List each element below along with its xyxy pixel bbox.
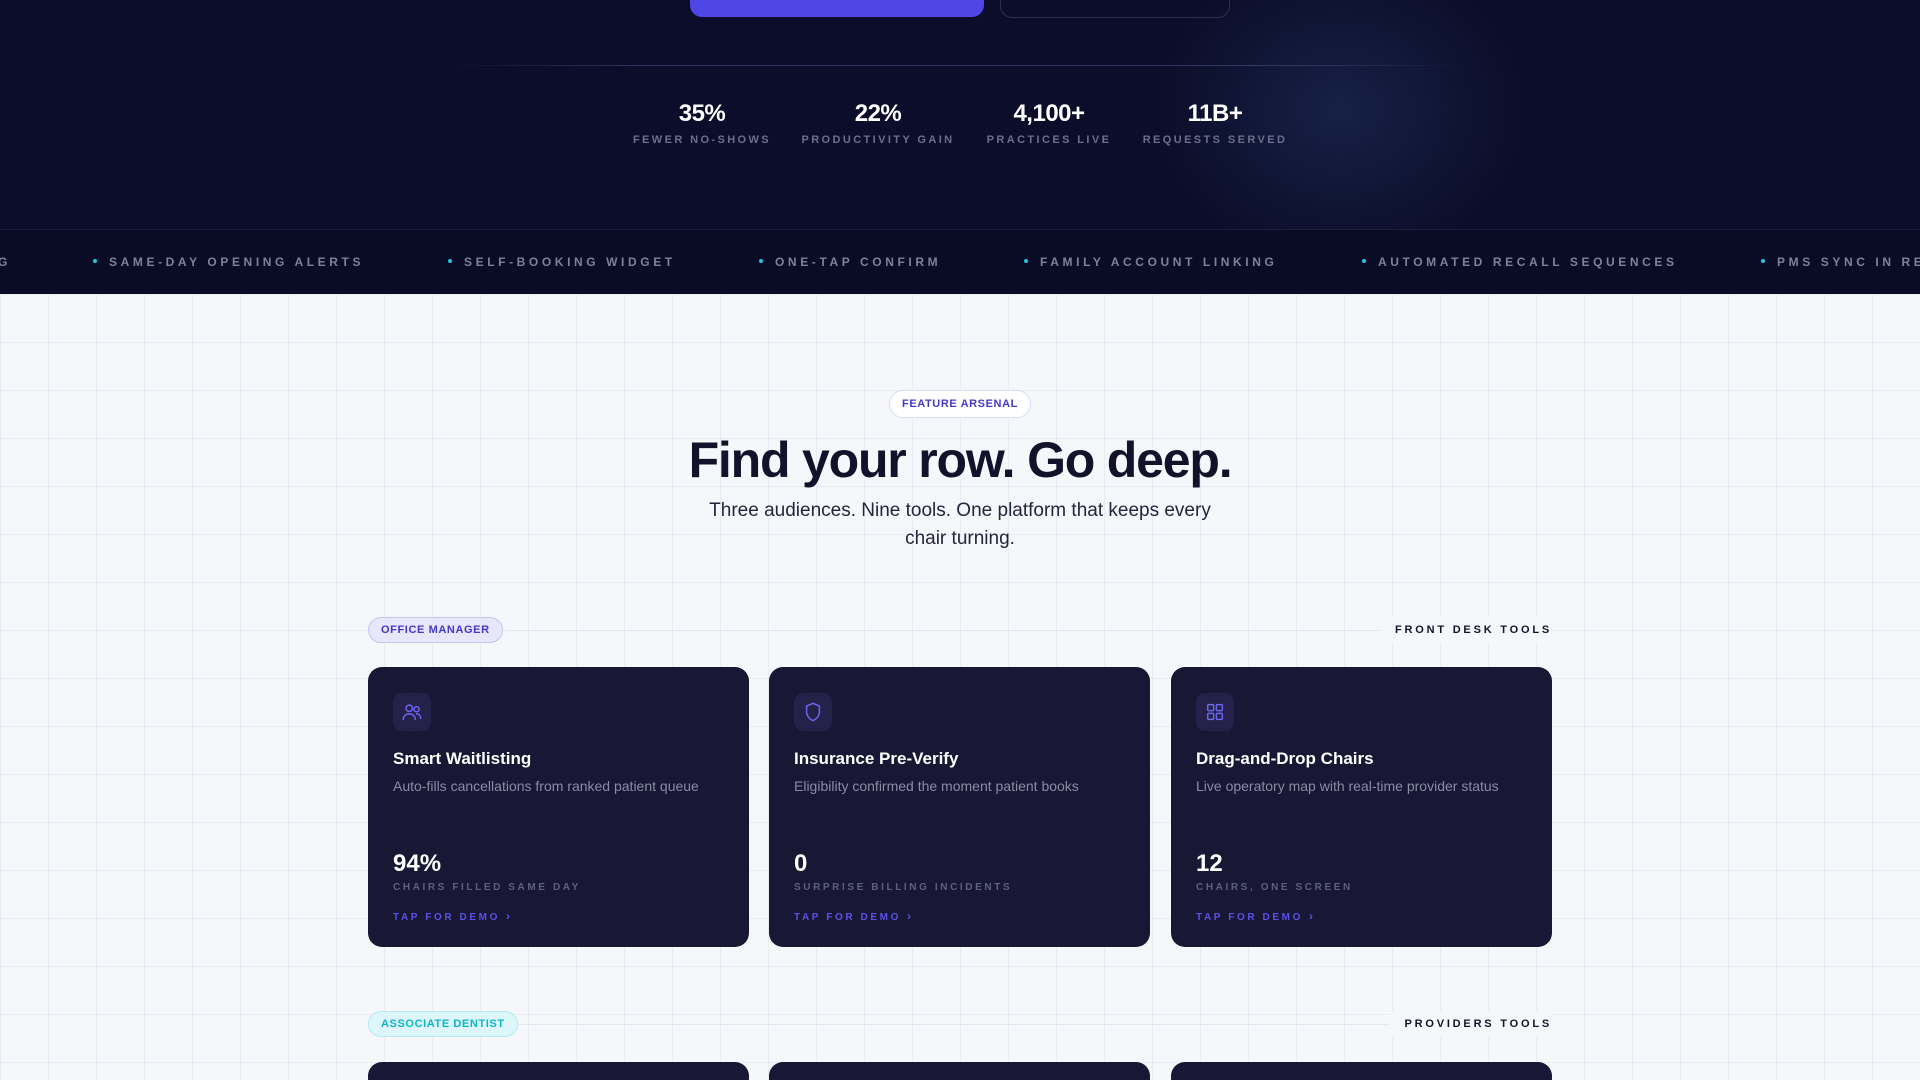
feature-card[interactable] bbox=[769, 1062, 1150, 1080]
grid-icon bbox=[1196, 693, 1234, 731]
chevron-right-icon: › bbox=[505, 909, 513, 923]
stat-label: FEWER NO-SHOWS bbox=[632, 134, 772, 146]
card-description: Auto-fills cancellations from ranked pat… bbox=[393, 778, 699, 794]
feature-card-smart-waitlisting[interactable]: Smart Waitlisting Auto-fills cancellatio… bbox=[368, 667, 749, 947]
section-title: Find your row. Go deep. bbox=[688, 432, 1233, 488]
card-title: Insurance Pre-Verify bbox=[794, 749, 959, 768]
demo-link[interactable]: TAP FOR DEMO › bbox=[393, 909, 513, 923]
ticker-dot-icon bbox=[93, 258, 97, 263]
card-description: Eligibility confirmed the moment patient… bbox=[794, 778, 1079, 794]
audience-badge: OFFICE MANAGER bbox=[368, 617, 503, 643]
ticker-item: SELF-BOOKING WIDGET bbox=[448, 230, 676, 294]
card-title: Drag-and-Drop Chairs bbox=[1196, 749, 1374, 768]
card-metric: 0 bbox=[794, 850, 808, 877]
stat-productivity: 22% PRODUCTIVITY GAIN bbox=[792, 98, 964, 146]
section-eyebrow-badge: FEATURE ARSENAL bbox=[889, 390, 1031, 418]
stat-value: 22% bbox=[854, 100, 902, 127]
chevron-right-icon: › bbox=[1308, 909, 1316, 923]
stat-requests: 11B+ REQUESTS SERVED bbox=[1134, 98, 1296, 146]
ticker-dot-icon bbox=[1761, 258, 1765, 263]
stat-label: PRACTICES LIVE bbox=[986, 134, 1112, 146]
ticker-item: FAMILY ACCOUNT LINKING bbox=[1024, 230, 1277, 294]
demo-link[interactable]: TAP FOR DEMO › bbox=[794, 909, 914, 923]
stat-label: PRODUCTIVITY GAIN bbox=[801, 134, 955, 146]
feature-ticker: G SAME-DAY OPENING ALERTS SELF-BOOKING W… bbox=[0, 229, 1920, 294]
users-icon bbox=[393, 693, 431, 731]
card-metric: 94% bbox=[393, 850, 442, 877]
stat-label: REQUESTS SERVED bbox=[1142, 134, 1288, 146]
stat-value: 11B+ bbox=[1187, 100, 1243, 127]
card-description: Live operatory map with real-time provid… bbox=[1196, 778, 1499, 794]
stat-practices: 4,100+ PRACTICES LIVE bbox=[976, 98, 1122, 146]
stat-value: 4,100+ bbox=[1013, 100, 1085, 127]
primary-cta-button[interactable] bbox=[690, 0, 984, 17]
ticker-dot-icon bbox=[1362, 258, 1366, 263]
chevron-right-icon: › bbox=[906, 909, 914, 923]
ticker-item: PMS SYNC IN RE bbox=[1761, 230, 1920, 294]
row-header-office-manager: OFFICE MANAGER FRONT DESK TOOLS bbox=[368, 617, 1552, 645]
stat-no-shows: 35% FEWER NO-SHOWS bbox=[620, 98, 784, 146]
feature-card[interactable] bbox=[1171, 1062, 1552, 1080]
ticker-item: AUTOMATED RECALL SEQUENCES bbox=[1362, 230, 1678, 294]
feature-card-drag-drop-chairs[interactable]: Drag-and-Drop Chairs Live operatory map … bbox=[1171, 667, 1552, 947]
ticker-dot-icon bbox=[448, 258, 452, 263]
card-metric-label: CHAIRS FILLED SAME DAY bbox=[393, 882, 581, 893]
ticker-dot-icon bbox=[759, 258, 763, 263]
section-subtitle: Three audiences. Nine tools. One platfor… bbox=[709, 500, 1211, 549]
feature-card-insurance-pre-verify[interactable]: Insurance Pre-Verify Eligibility confirm… bbox=[769, 667, 1150, 947]
row-label: PROVIDERS TOOLS bbox=[1390, 1011, 1552, 1037]
ticker-item: G bbox=[0, 230, 11, 294]
card-metric-label: CHAIRS, ONE SCREEN bbox=[1196, 882, 1353, 893]
card-metric: 12 bbox=[1196, 850, 1223, 877]
card-title: Smart Waitlisting bbox=[393, 749, 532, 768]
row-header-associate-dentist: ASSOCIATE DENTIST PROVIDERS TOOLS bbox=[368, 1011, 1552, 1039]
hero-section: 35% FEWER NO-SHOWS 22% PRODUCTIVITY GAIN… bbox=[0, 0, 1920, 229]
ticker-item: ONE-TAP CONFIRM bbox=[759, 230, 941, 294]
ticker-dot-icon bbox=[1024, 258, 1028, 263]
ticker-item: SAME-DAY OPENING ALERTS bbox=[93, 230, 364, 294]
card-metric-label: SURPRISE BILLING INCIDENTS bbox=[794, 882, 1013, 893]
secondary-cta-button[interactable] bbox=[1000, 0, 1230, 18]
row-label: FRONT DESK TOOLS bbox=[1380, 617, 1552, 643]
features-section: FEATURE ARSENAL Find your row. Go deep. … bbox=[0, 294, 1920, 1080]
stat-value: 35% bbox=[678, 100, 726, 127]
feature-card[interactable] bbox=[368, 1062, 749, 1080]
hero-divider bbox=[448, 65, 1472, 66]
demo-link[interactable]: TAP FOR DEMO › bbox=[1196, 909, 1316, 923]
audience-badge: ASSOCIATE DENTIST bbox=[368, 1011, 518, 1037]
stats-bar: 35% FEWER NO-SHOWS 22% PRODUCTIVITY GAIN… bbox=[0, 98, 1920, 158]
shield-icon bbox=[794, 693, 832, 731]
